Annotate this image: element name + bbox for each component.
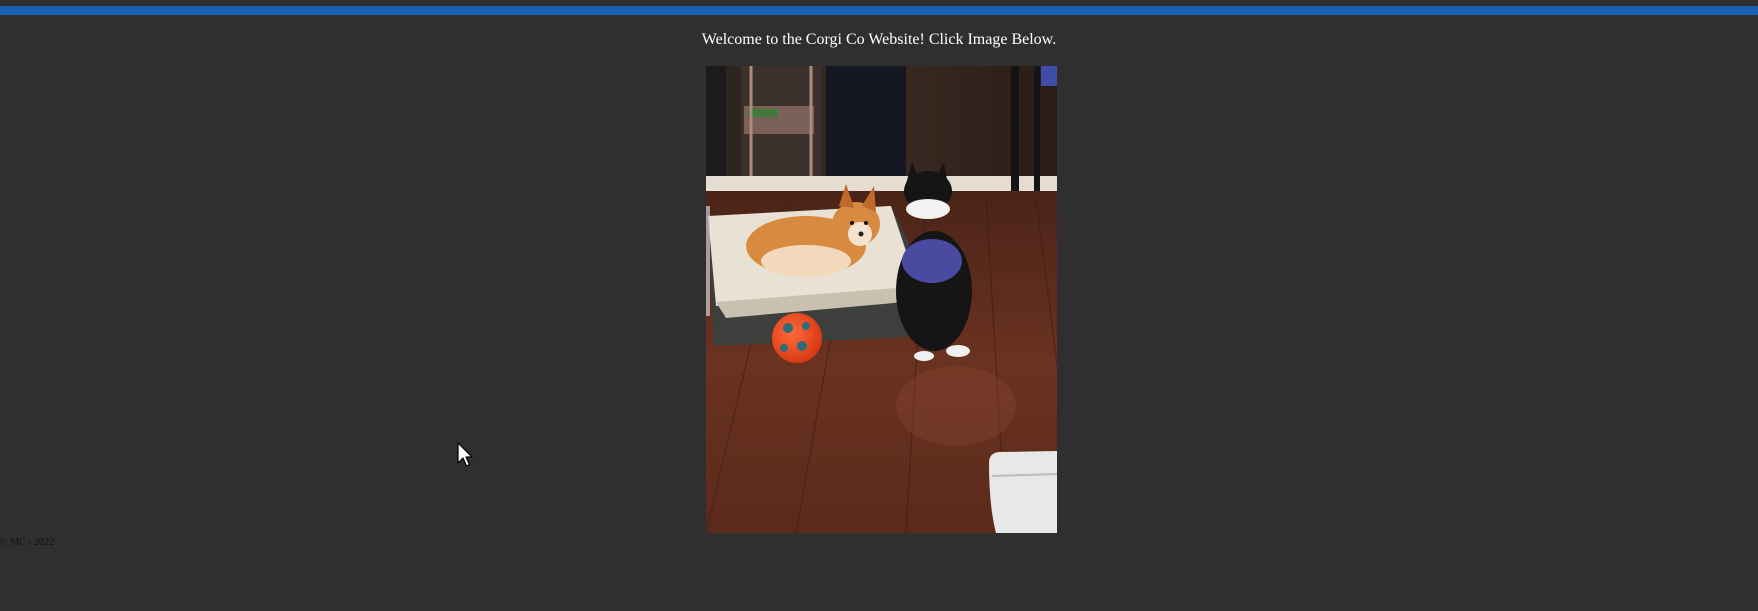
copyright-footer: © MC - 2022 <box>0 537 54 548</box>
top-browser-bar <box>0 0 1758 18</box>
welcome-message: Welcome to the Corgi Co Website! Click I… <box>701 31 1057 48</box>
corgi-photo[interactable] <box>706 66 1057 533</box>
mouse-pointer-icon <box>457 442 473 467</box>
corgi-photo-link[interactable] <box>706 66 1057 533</box>
accent-stripe <box>0 6 1758 15</box>
